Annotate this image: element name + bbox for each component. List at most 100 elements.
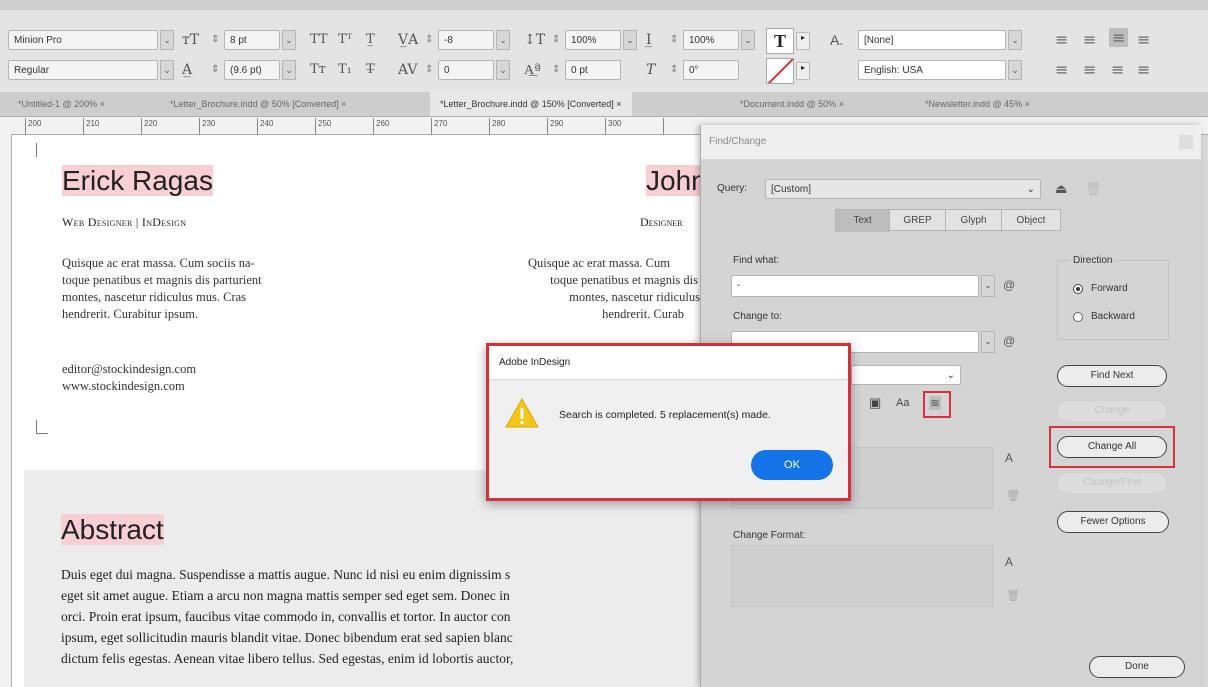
tab-untitled[interactable]: *Untitled-1 @ 200% × [8, 92, 115, 116]
font-size-field[interactable]: 8 pt [224, 30, 280, 50]
align-right-icon[interactable]: ≡ [1109, 28, 1129, 47]
skew-field[interactable]: 0° [683, 60, 739, 80]
tab-text[interactable]: Text [836, 210, 890, 232]
change-to-dropdown[interactable]: ⌄ [981, 331, 995, 353]
font-style-field[interactable]: Regular [8, 60, 158, 80]
person1-email[interactable]: editor@stockindesign.com [62, 361, 196, 378]
include-hidden-layers-icon[interactable]: ▣ [869, 395, 881, 411]
tab-grep[interactable]: GREP [890, 210, 946, 232]
superscript-icon[interactable]: Tᵀ [338, 32, 352, 47]
strikethrough-icon[interactable]: T̶ [366, 62, 375, 77]
whole-word-icon[interactable]: ≋ [929, 396, 942, 410]
character-style-field[interactable]: [None] [858, 30, 1006, 50]
font-family-dropdown[interactable]: ⌄ [160, 30, 174, 50]
horizontal-scale-dropdown[interactable]: ⌄ [741, 30, 755, 50]
skew-stepper[interactable]: ⇕ [670, 64, 678, 75]
done-button[interactable]: Done [1089, 656, 1185, 678]
person1-title[interactable]: Web Designer | InDesign [62, 215, 186, 230]
case-sensitive-icon[interactable]: Aa [896, 397, 909, 409]
underline-icon[interactable]: T̲ [366, 32, 375, 47]
vertical-scale-stepper[interactable]: ⇕ [552, 34, 560, 45]
kerning-dropdown[interactable]: ⌄ [496, 30, 510, 50]
vertical-scale-icon: ↕T [524, 32, 546, 48]
tab-object[interactable]: Object [1002, 210, 1060, 232]
fewer-options-button[interactable]: Fewer Options [1057, 511, 1169, 533]
delete-query-icon[interactable]: 🗑 [1085, 181, 1102, 197]
font-size-stepper[interactable]: ⇕ [211, 34, 219, 45]
ok-button[interactable]: OK [751, 450, 833, 480]
change-all-button[interactable]: Change All [1057, 436, 1167, 458]
leading-dropdown[interactable]: ⌄ [282, 60, 296, 80]
align-towards-spine-icon[interactable]: ≡ [1137, 30, 1150, 49]
tab-newsletter[interactable]: *Newsletter.indd @ 45% × [915, 92, 1040, 116]
abstract-body[interactable]: Duis eget dui magna. Suspendisse a matti… [61, 564, 721, 669]
text-stroke-none-icon[interactable] [766, 58, 794, 84]
ruler-mark: 260 [376, 119, 390, 128]
person1-contact[interactable]: editor@stockindesign.com www.stockindesi… [62, 361, 196, 395]
align-center-icon[interactable]: ≡ [1083, 30, 1096, 49]
person2-name[interactable]: John [646, 165, 707, 196]
specify-change-format-icon[interactable]: A [1005, 555, 1013, 569]
stroke-swatch-dropdown[interactable]: ▸ [796, 62, 810, 80]
kerning-stepper[interactable]: ⇕ [425, 34, 433, 45]
find-next-button[interactable]: Find Next [1057, 365, 1167, 387]
fill-swatch-dropdown[interactable]: ▸ [796, 32, 810, 50]
change-button[interactable]: Change [1057, 400, 1167, 422]
specify-find-format-icon[interactable]: A [1005, 451, 1013, 465]
baseline-shift-field[interactable]: 0 pt [565, 60, 621, 80]
horizontal-scale-stepper[interactable]: ⇕ [670, 34, 678, 45]
clear-change-format-icon[interactable]: 🗑 [1006, 589, 1020, 602]
special-chars-change-icon[interactable]: @ [1003, 334, 1015, 348]
tab-letter-brochure-50[interactable]: *Letter_Brochure.indd @ 50% [Converted] … [160, 92, 357, 116]
ruler-mark: 300 [608, 119, 622, 128]
leading-stepper[interactable]: ⇕ [211, 64, 219, 75]
change-format-box[interactable] [731, 545, 993, 607]
justify-right-icon[interactable]: ≡ [1111, 60, 1124, 79]
direction-group [1057, 260, 1169, 340]
find-what-dropdown[interactable]: ⌄ [981, 275, 995, 297]
tracking-dropdown[interactable]: ⌄ [496, 60, 510, 80]
backward-radio[interactable] [1073, 312, 1083, 322]
tracking-stepper[interactable]: ⇕ [425, 64, 433, 75]
horizontal-scale-field[interactable]: 100% [683, 30, 739, 50]
person1-bio[interactable]: Quisque ac erat massa. Cum sociis na- to… [62, 255, 262, 323]
tracking-field[interactable]: 0 [438, 60, 494, 80]
tab-document[interactable]: *Document.indd @ 50% × [730, 92, 854, 116]
kerning-field[interactable]: -8 [438, 30, 494, 50]
person1-website[interactable]: www.stockindesign.com [62, 378, 196, 395]
person2-title[interactable]: Designer [640, 215, 682, 230]
language-field[interactable]: English: USA [858, 60, 1006, 80]
justify-center-icon[interactable]: ≡ [1083, 60, 1096, 79]
leading-field[interactable]: (9.6 pt) [224, 60, 280, 80]
person2-bio[interactable]: Quisque ac erat massa. Cum toque penatib… [482, 255, 732, 323]
vertical-scale-field[interactable]: 100% [565, 30, 621, 50]
justify-all-icon[interactable]: ≡ [1137, 60, 1150, 79]
language-dropdown[interactable]: ⌄ [1008, 60, 1022, 80]
close-icon[interactable] [1179, 135, 1193, 149]
vertical-scale-dropdown[interactable]: ⌄ [623, 30, 637, 50]
font-style-dropdown[interactable]: ⌄ [160, 60, 174, 80]
abstract-heading[interactable]: Abstract [61, 514, 164, 545]
forward-radio[interactable] [1073, 284, 1083, 294]
character-style-dropdown[interactable]: ⌄ [1008, 30, 1022, 50]
subscript-icon[interactable]: T₁ [338, 62, 352, 77]
person1-name[interactable]: Erick Ragas [62, 165, 213, 196]
tab-glyph[interactable]: Glyph [946, 210, 1002, 232]
find-what-input[interactable]: - [731, 275, 979, 297]
font-family-field[interactable]: Minion Pro [8, 30, 158, 50]
text-fill-icon[interactable]: T [766, 28, 794, 54]
tab-letter-brochure-150[interactable]: *Letter_Brochure.indd @ 150% [Converted]… [430, 92, 632, 116]
save-query-icon[interactable]: ⏏ [1055, 181, 1067, 197]
change-find-button[interactable]: Change/Find [1057, 472, 1167, 494]
special-chars-find-icon[interactable]: @ [1003, 278, 1015, 292]
baseline-shift-stepper[interactable]: ⇕ [552, 64, 560, 75]
small-caps-icon[interactable]: Tт [310, 62, 326, 77]
align-left-icon[interactable]: ≡ [1055, 30, 1068, 49]
all-caps-icon[interactable]: TT [310, 32, 328, 47]
query-dropdown[interactable]: [Custom] ⌄ [765, 179, 1041, 199]
justify-left-icon[interactable]: ≡ [1055, 60, 1068, 79]
change-to-label: Change to: [733, 311, 782, 322]
font-size-dropdown[interactable]: ⌄ [282, 30, 296, 50]
clear-find-format-icon[interactable]: 🗑 [1006, 489, 1020, 502]
search-scope-dropdown[interactable]: ⌄ [851, 365, 961, 385]
